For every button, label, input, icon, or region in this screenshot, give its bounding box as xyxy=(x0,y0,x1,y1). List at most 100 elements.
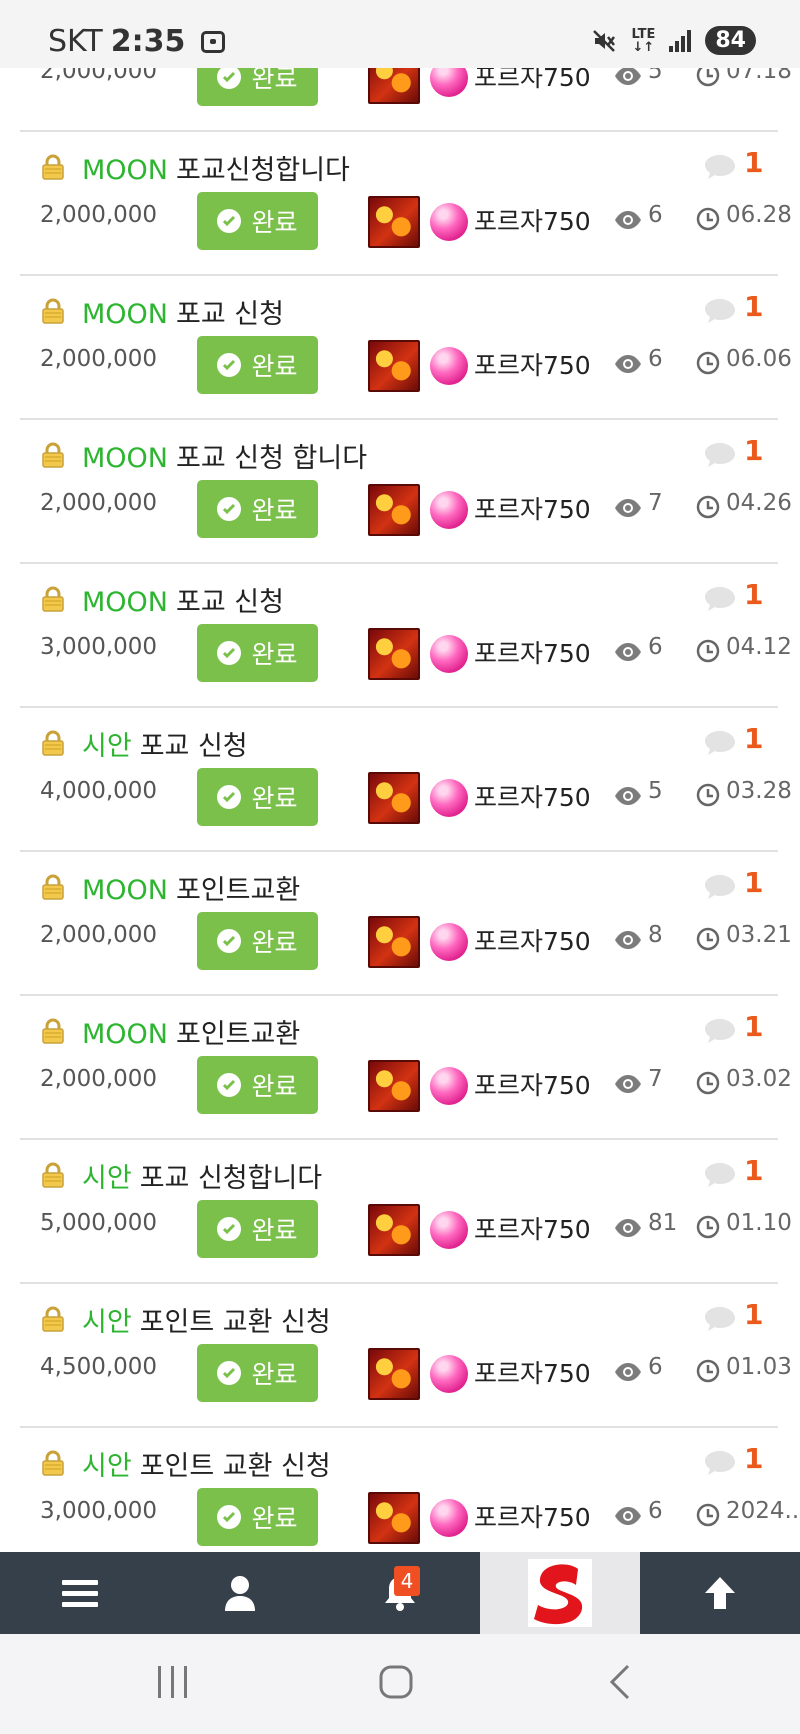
author-name[interactable]: 포르자750 xyxy=(474,922,591,958)
author-avatar[interactable] xyxy=(368,916,420,968)
author-name[interactable]: 포르자750 xyxy=(474,1210,591,1246)
author-avatar[interactable] xyxy=(368,1060,420,1112)
complete-label: 완료 xyxy=(251,928,298,957)
comment-count: 1 xyxy=(744,1442,764,1475)
post-title-text: 포인트교환 xyxy=(176,1019,301,1050)
post-amount: 5,000,000 xyxy=(40,1210,158,1236)
recent-apps-icon[interactable] xyxy=(156,1662,190,1702)
complete-button[interactable]: 완료 xyxy=(197,624,318,682)
post-title-text: 포교 신청 xyxy=(139,731,248,762)
view-count: 6 xyxy=(648,634,663,660)
author-avatar[interactable] xyxy=(368,1348,420,1400)
home-icon[interactable] xyxy=(378,1662,414,1702)
author-name[interactable]: 포르자750 xyxy=(474,490,591,526)
author-avatar[interactable] xyxy=(368,628,420,680)
clock-icon xyxy=(696,207,720,231)
post-row[interactable]: 시안 포교 신청합니다 1 5,000,000 완료 포르자750 81 01.1… xyxy=(20,1140,792,1284)
author-name[interactable]: 포르자750 xyxy=(474,1354,591,1390)
post-row[interactable]: MOON 포교 신청 합니다 1 2,000,000 완료 포르자750 7 04… xyxy=(20,420,792,564)
site-logo-button[interactable] xyxy=(480,1552,640,1634)
clock-icon xyxy=(696,495,720,519)
complete-label: 완료 xyxy=(251,496,298,525)
author-name[interactable]: 포르자750 xyxy=(474,1498,591,1534)
complete-button[interactable]: 완료 xyxy=(197,1488,318,1546)
level-orb-icon xyxy=(430,779,468,817)
post-category: MOON xyxy=(82,299,168,330)
clock-icon xyxy=(696,783,720,807)
complete-button[interactable]: 완료 xyxy=(197,1056,318,1114)
author-avatar[interactable] xyxy=(368,1204,420,1256)
post-row[interactable]: MOON 포교신청합니다 1 2,000,000 완료 포르자750 6 06.2… xyxy=(20,132,792,276)
author-name[interactable]: 포르자750 xyxy=(474,634,591,670)
complete-button[interactable]: 완료 xyxy=(197,192,318,250)
post-title-text: 포교 신청 합니다 xyxy=(176,443,368,474)
post-title[interactable]: 시안 포교 신청합니다 xyxy=(82,1156,322,1195)
lock-icon xyxy=(40,1018,66,1044)
author-name[interactable]: 포르자750 xyxy=(474,202,591,238)
complete-label: 완료 xyxy=(251,1360,298,1389)
author-name[interactable]: 포르자750 xyxy=(474,1066,591,1102)
complete-label: 완료 xyxy=(251,1216,298,1245)
post-category: 시안 xyxy=(82,1451,132,1482)
post-date: 03.21 xyxy=(726,922,792,948)
view-count: 81 xyxy=(648,1210,678,1236)
post-row[interactable]: 시안 포교 신청 1 4,000,000 완료 포르자750 5 03.28 xyxy=(20,708,792,852)
scroll-top-button[interactable] xyxy=(640,1552,800,1634)
post-title[interactable]: MOON 포교 신청 합니다 xyxy=(82,436,367,475)
author-avatar[interactable] xyxy=(368,772,420,824)
complete-button[interactable]: 완료 xyxy=(197,768,318,826)
eye-icon xyxy=(615,931,641,949)
author-avatar[interactable] xyxy=(368,484,420,536)
complete-label: 완료 xyxy=(251,640,298,669)
post-title[interactable]: MOON 포인트교환 xyxy=(82,1012,300,1051)
profile-button[interactable] xyxy=(160,1552,320,1634)
post-row[interactable]: 시안 포인트 교환 신청 1 4,500,000 완료 포르자750 6 01.0… xyxy=(20,1284,792,1428)
post-category: MOON xyxy=(82,443,168,474)
complete-button[interactable]: 완료 xyxy=(197,1344,318,1402)
post-amount: 3,000,000 xyxy=(40,634,158,660)
post-row[interactable]: MOON 포인트교환 1 2,000,000 완료 포르자750 7 03.02 xyxy=(20,996,792,1140)
complete-label: 완료 xyxy=(251,784,298,813)
post-title[interactable]: MOON 포교신청합니다 xyxy=(82,148,350,187)
post-title[interactable]: 시안 포인트 교환 신청 xyxy=(82,1300,331,1339)
post-date: 2024... xyxy=(726,1498,800,1524)
complete-button[interactable]: 완료 xyxy=(197,336,318,394)
author-name[interactable]: 포르자750 xyxy=(474,778,591,814)
check-circle-icon xyxy=(217,929,242,953)
post-title[interactable]: MOON 포교 신청 xyxy=(82,292,284,331)
post-title[interactable]: MOON 포인트교환 xyxy=(82,868,300,907)
level-orb-icon xyxy=(430,1499,468,1537)
system-nav-bar xyxy=(0,1634,800,1734)
view-count: 6 xyxy=(648,1354,663,1380)
post-category: MOON xyxy=(82,875,168,906)
check-circle-icon xyxy=(217,1217,242,1241)
post-date: 06.28 xyxy=(726,202,792,228)
post-category: MOON xyxy=(82,155,168,186)
post-row[interactable]: 시안 포인트 교환 신청 1 3,000,000 완료 포르자750 6 2024… xyxy=(20,1428,800,1572)
complete-button[interactable]: 완료 xyxy=(197,480,318,538)
clock-icon xyxy=(696,639,720,663)
post-amount: 2,000,000 xyxy=(40,346,158,372)
menu-button[interactable] xyxy=(0,1552,160,1634)
post-title[interactable]: MOON 포교 신청 xyxy=(82,580,284,619)
author-avatar[interactable] xyxy=(368,340,420,392)
comment-count: 1 xyxy=(744,578,764,611)
post-row[interactable]: MOON 포교 신청 1 2,000,000 완료 포르자750 6 06.06 xyxy=(20,276,792,420)
comment-icon xyxy=(705,587,735,611)
lock-icon xyxy=(40,1450,66,1476)
author-avatar[interactable] xyxy=(368,196,420,248)
author-name[interactable]: 포르자750 xyxy=(474,346,591,382)
post-row[interactable]: MOON 포인트교환 1 2,000,000 완료 포르자750 8 03.21 xyxy=(20,852,792,996)
complete-button[interactable]: 완료 xyxy=(197,912,318,970)
post-row[interactable]: MOON 포교 신청 1 3,000,000 완료 포르자750 6 04.12 xyxy=(20,564,792,708)
comment-icon xyxy=(705,299,735,323)
complete-button[interactable]: 완료 xyxy=(197,1200,318,1258)
eye-icon xyxy=(615,67,641,85)
post-title-text: 포교 신청 xyxy=(176,587,284,618)
author-avatar[interactable] xyxy=(368,1492,420,1544)
back-icon[interactable] xyxy=(606,1662,632,1702)
eye-icon xyxy=(615,211,641,229)
post-title[interactable]: 시안 포교 신청 xyxy=(82,724,248,763)
post-title[interactable]: 시안 포인트 교환 신청 xyxy=(82,1444,331,1483)
post-amount: 4,500,000 xyxy=(40,1354,158,1380)
